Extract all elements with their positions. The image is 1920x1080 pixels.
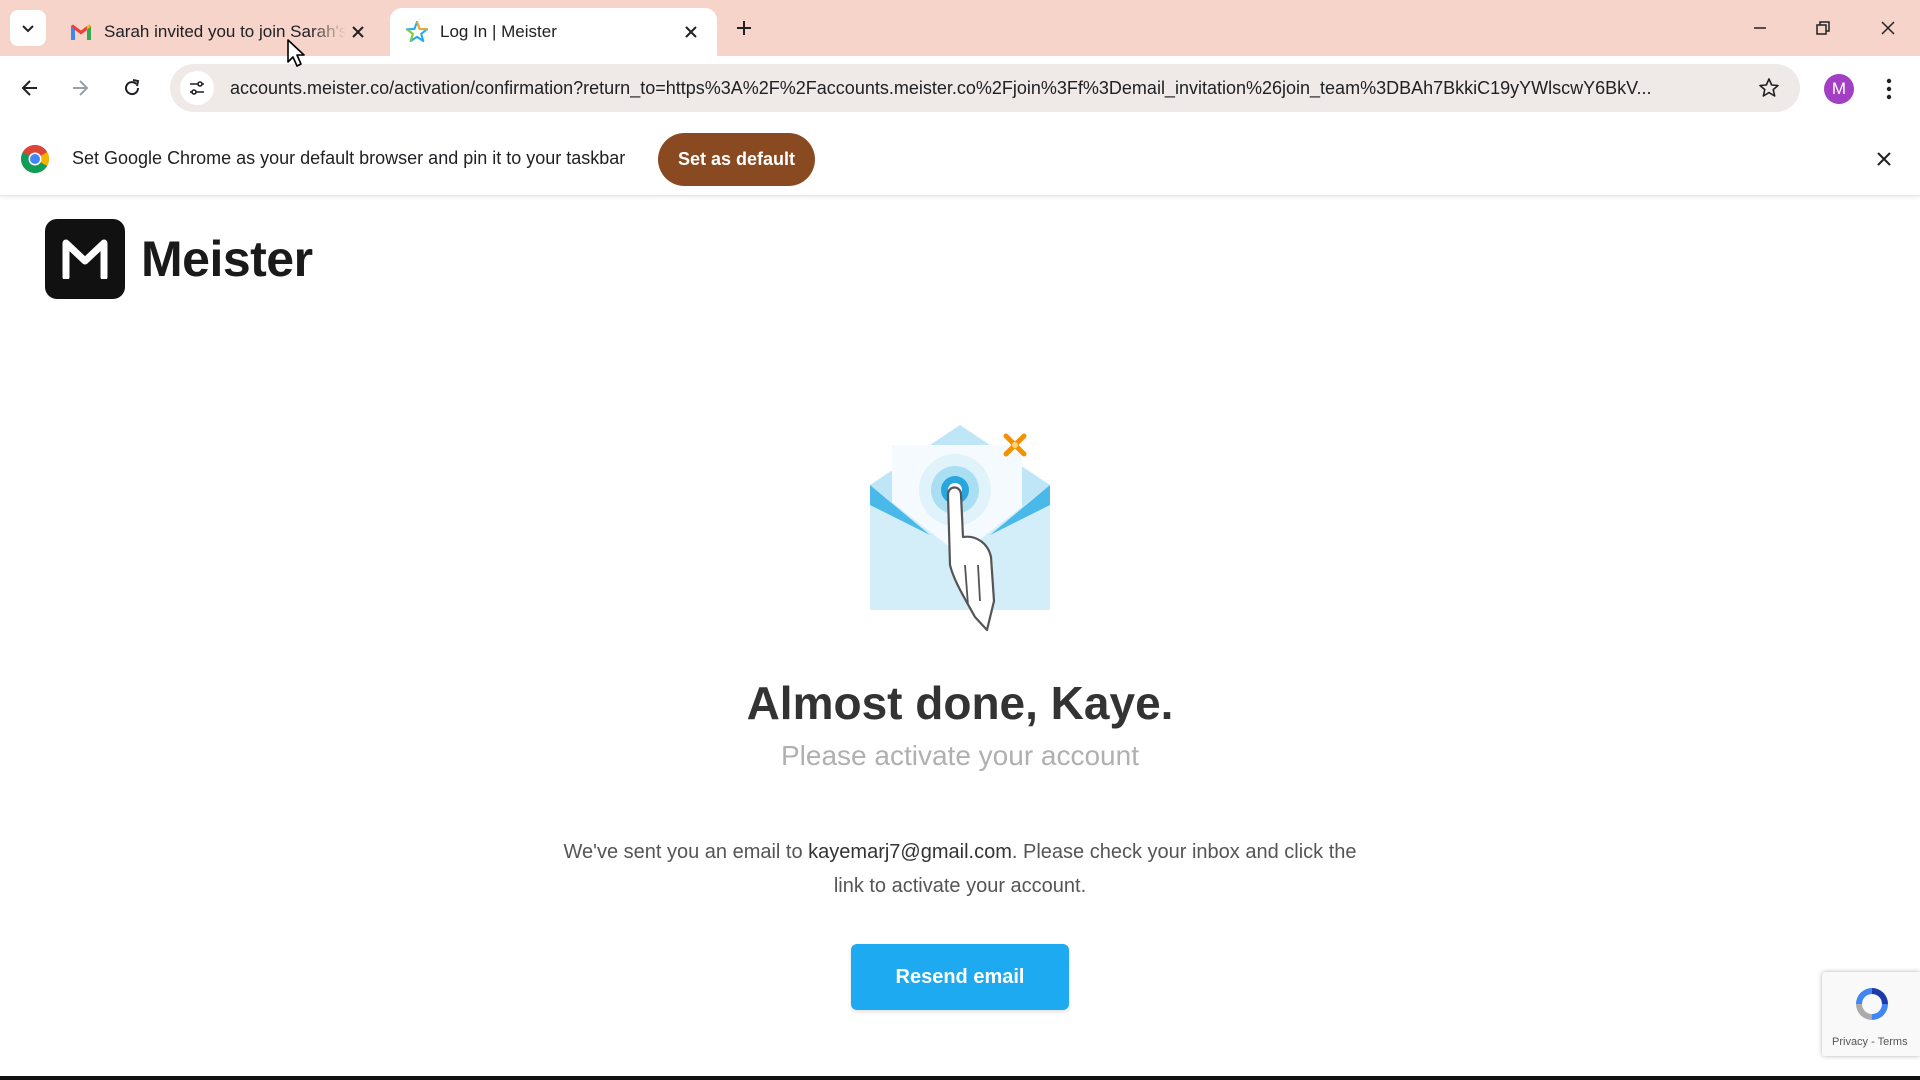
meister-m-icon: [45, 219, 125, 299]
default-browser-infobar: Set Google Chrome as your default browse…: [0, 122, 1920, 196]
email-activation-illustration: [870, 425, 1050, 632]
privacy-link[interactable]: Privacy: [1832, 1036, 1868, 1048]
arrow-left-icon: [21, 80, 37, 96]
kebab-menu-icon: [1886, 78, 1892, 100]
message-text: We've sent you an email to: [563, 841, 809, 863]
url-text[interactable]: accounts.meister.co/activation/confirmat…: [230, 78, 1740, 99]
browser-menu-button[interactable]: [1874, 72, 1904, 106]
chrome-logo-icon: [21, 145, 49, 173]
bottom-edge: [0, 1076, 1920, 1080]
chevron-down-icon: [22, 25, 34, 33]
tab-close-icon[interactable]: [346, 20, 370, 44]
close-icon: [1881, 21, 1895, 35]
tab-gmail[interactable]: Sarah invited you to join Sarah's: [54, 8, 384, 56]
forward-button[interactable]: [60, 68, 100, 108]
site-info-icon[interactable]: [180, 71, 214, 105]
arrow-right-icon: [73, 80, 89, 96]
infobar-message: Set Google Chrome as your default browse…: [72, 148, 626, 168]
plus-icon: [737, 21, 751, 35]
minimize-icon: [1754, 27, 1766, 29]
address-bar[interactable]: accounts.meister.co/activation/confirmat…: [170, 64, 1800, 112]
logo-text: Meister: [141, 231, 313, 287]
restore-icon: [1816, 21, 1830, 35]
back-button[interactable]: [10, 68, 50, 108]
recaptcha-icon: [1856, 988, 1888, 1020]
reload-button[interactable]: [112, 68, 152, 108]
recaptcha-separator: -: [1868, 1036, 1878, 1048]
bookmark-star-icon[interactable]: [1754, 73, 1784, 103]
set-as-default-button[interactable]: Set as default: [658, 133, 815, 186]
close-window-button[interactable]: [1868, 8, 1908, 48]
email-address: kayemarj7@gmail.com: [808, 841, 1012, 863]
page-headline: Almost done, Kaye.: [746, 677, 1174, 729]
restore-button[interactable]: [1803, 8, 1843, 48]
tab-title: Log In | Meister: [440, 22, 557, 41]
terms-link[interactable]: Terms: [1878, 1036, 1908, 1048]
tab-title: Sarah invited you to join Sarah's: [104, 22, 346, 41]
resend-email-button[interactable]: Resend email: [851, 944, 1069, 1010]
page-subheadline: Please activate your account: [781, 740, 1139, 771]
tab-close-icon[interactable]: [679, 20, 703, 44]
profile-avatar[interactable]: M: [1824, 74, 1854, 104]
new-tab-button[interactable]: [730, 14, 758, 42]
recaptcha-badge[interactable]: Privacy - Terms: [1822, 972, 1920, 1056]
mouse-cursor-icon: [287, 39, 305, 67]
infobar-close-icon[interactable]: [1870, 145, 1898, 173]
reload-icon: [125, 79, 140, 96]
meister-star-icon: [406, 21, 428, 43]
gmail-icon: [70, 21, 92, 43]
tab-search-button[interactable]: [10, 10, 46, 46]
confirmation-message: We've sent you an email to kayemarj7@gma…: [560, 835, 1360, 903]
tab-meister[interactable]: Log In | Meister: [390, 8, 717, 56]
recaptcha-links: Privacy - Terms: [1832, 1036, 1908, 1048]
meister-logo[interactable]: Meister: [45, 219, 313, 299]
minimize-button[interactable]: [1740, 8, 1780, 48]
